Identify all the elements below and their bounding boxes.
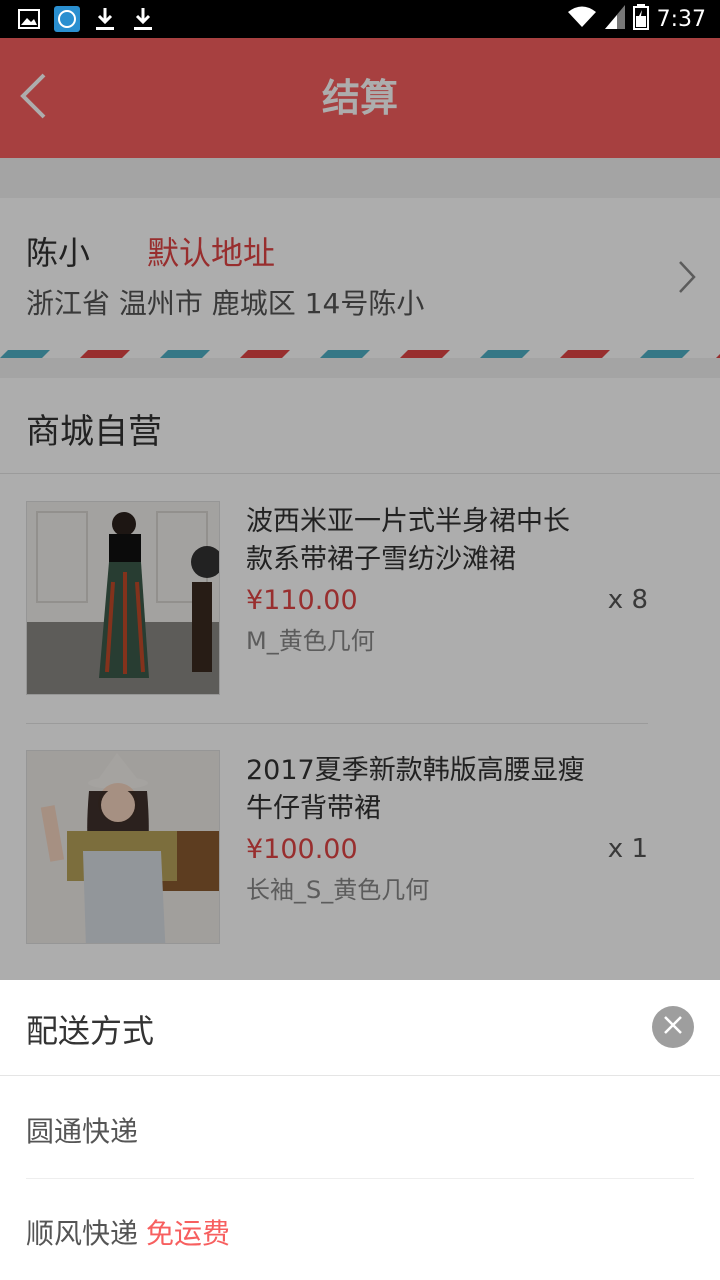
download-icon — [130, 6, 156, 32]
clock: 7:37 — [656, 6, 706, 32]
status-bar: 7:37 — [0, 0, 720, 38]
close-button[interactable] — [652, 1006, 694, 1048]
shipping-option-yuantong[interactable]: 圆通快递 — [26, 1110, 138, 1150]
modal-backdrop[interactable] — [0, 38, 720, 980]
shipping-method-sheet: 配送方式 圆通快递 顺风快递 免运费 — [0, 980, 720, 1280]
wifi-icon — [567, 5, 597, 33]
sheet-title: 配送方式 — [26, 1012, 155, 1050]
divider — [26, 1178, 694, 1179]
divider — [0, 1075, 720, 1076]
close-icon — [663, 1015, 683, 1039]
battery-icon — [632, 4, 649, 34]
status-right: 7:37 — [567, 4, 706, 34]
signal-icon — [604, 5, 625, 33]
download-icon — [92, 6, 118, 32]
image-icon — [16, 6, 42, 32]
app-icon — [54, 6, 80, 32]
shipping-option-shunfeng[interactable]: 顺风快递 免运费 — [26, 1212, 230, 1252]
shipping-option-label: 圆通快递 — [26, 1115, 139, 1148]
status-left-icons — [16, 6, 156, 32]
free-shipping-badge: 免运费 — [146, 1217, 231, 1250]
shipping-option-label: 顺风快递 — [26, 1217, 139, 1250]
